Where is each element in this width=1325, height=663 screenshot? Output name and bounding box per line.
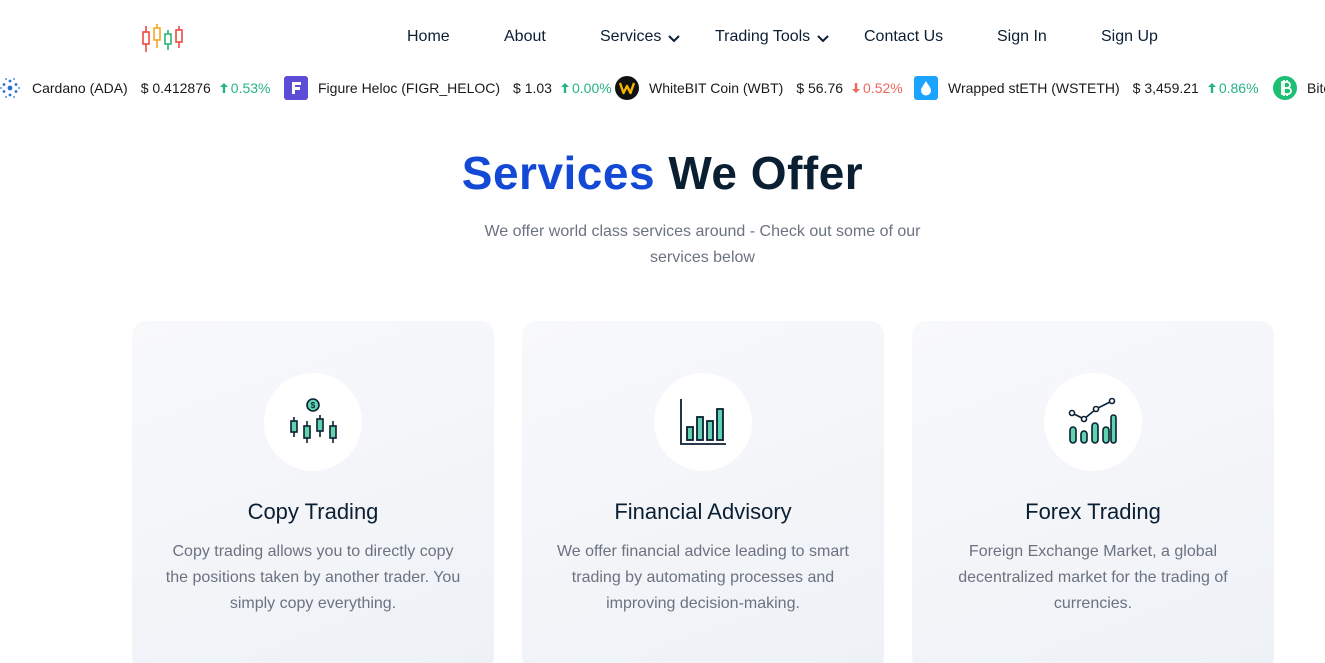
nav-contact[interactable]: Contact Us <box>864 28 943 46</box>
card-title: Financial Advisory <box>614 499 792 524</box>
nav-trading-tools[interactable]: Trading Tools <box>715 28 830 46</box>
card-text: Copy trading allows you to directly copy… <box>165 543 461 612</box>
wrapped-steth-icon <box>914 76 938 100</box>
chevron-down-icon <box>817 35 829 43</box>
ticker-item[interactable]: Figure Heloc (FIGR_HELOC) $ 1.03 0.00% <box>284 75 612 101</box>
bar-chart-icon <box>654 373 752 471</box>
arrow-up-icon <box>1207 83 1216 93</box>
ticker-name: Figure Heloc (FIGR_HELOC) <box>318 80 501 96</box>
crypto-ticker: Cardano (ADA) $ 0.412876 0.53% Figure He… <box>0 72 1325 104</box>
service-card-financial-advisory[interactable]: Financial Advisory We offer financial ad… <box>522 321 884 663</box>
bitcoin-cash-icon <box>1273 76 1297 100</box>
ticker-change-value: 0.53% <box>230 80 271 96</box>
ticker-item[interactable]: Cardano (ADA) $ 0.412876 0.53% <box>0 75 270 101</box>
whitebit-icon <box>615 76 639 100</box>
nav-home[interactable]: Home <box>407 28 450 46</box>
section-title-rest: We Offer <box>668 147 864 199</box>
card-title: Copy Trading <box>247 499 379 524</box>
ticker-price: $ 56.76 <box>796 80 844 96</box>
service-card-forex-trading[interactable]: Forex Trading Foreign Exchange Market, a… <box>912 321 1274 663</box>
card-title: Forex Trading <box>1025 499 1161 524</box>
figure-heloc-icon <box>284 76 308 100</box>
ticker-name: Bitc <box>1307 80 1325 96</box>
ticker-change: 0.00% <box>560 80 612 96</box>
ticker-change: 0.52% <box>851 80 903 96</box>
candlestick-dollar-icon: $ <box>264 373 362 471</box>
ticker-price: $ 0.412876 <box>140 80 211 96</box>
main-nav: Home About Services Trading Tools Contac… <box>0 0 1325 70</box>
site-header: Home About Services Trading Tools Contac… <box>0 0 1325 70</box>
svg-text:$: $ <box>311 401 316 410</box>
card-text: We offer financial advice leading to sma… <box>556 543 849 612</box>
ticker-change-value: 0.86% <box>1218 80 1259 96</box>
ticker-change: 0.86% <box>1207 80 1259 96</box>
nav-about[interactable]: About <box>504 28 546 46</box>
ticker-change-value: 0.00% <box>571 80 612 96</box>
ticker-price: $ 1.03 <box>513 80 552 96</box>
card-text: Foreign Exchange Market, a global decent… <box>958 543 1228 612</box>
arrow-up-icon <box>560 83 569 93</box>
ticker-name: Wrapped stETH (WSTETH) <box>948 80 1120 96</box>
growth-chart-icon <box>1044 373 1142 471</box>
ticker-price: $ 3,459.21 <box>1132 80 1199 96</box>
arrow-down-icon <box>852 83 861 93</box>
nav-services[interactable]: Services <box>600 28 681 46</box>
ticker-change-value: 0.52% <box>863 80 903 96</box>
cardano-icon <box>0 76 22 100</box>
arrow-up-icon <box>219 83 228 93</box>
ticker-name: WhiteBIT Coin (WBT) <box>649 80 784 96</box>
chevron-down-icon <box>668 35 681 43</box>
ticker-item[interactable]: Bitc <box>1273 75 1325 101</box>
nav-sign-in[interactable]: Sign In <box>997 28 1047 46</box>
section-subtitle: We offer world class services around - C… <box>484 223 921 266</box>
service-card-copy-trading[interactable]: $ Copy Trading Copy trading allows you t… <box>132 321 494 663</box>
ticker-name: Cardano (ADA) <box>32 80 128 96</box>
nav-trading-tools-label: Trading Tools <box>715 28 811 45</box>
ticker-change: 0.53% <box>219 80 271 96</box>
ticker-item[interactable]: WhiteBIT Coin (WBT) $ 56.76 0.52% <box>615 75 903 101</box>
nav-services-label: Services <box>600 28 662 45</box>
section-title-accent: Services <box>461 147 656 199</box>
ticker-item[interactable]: Wrapped stETH (WSTETH) $ 3,459.21 0.86% <box>914 75 1259 101</box>
nav-sign-up[interactable]: Sign Up <box>1101 28 1158 46</box>
section-title: Services We Offer <box>0 146 1325 200</box>
